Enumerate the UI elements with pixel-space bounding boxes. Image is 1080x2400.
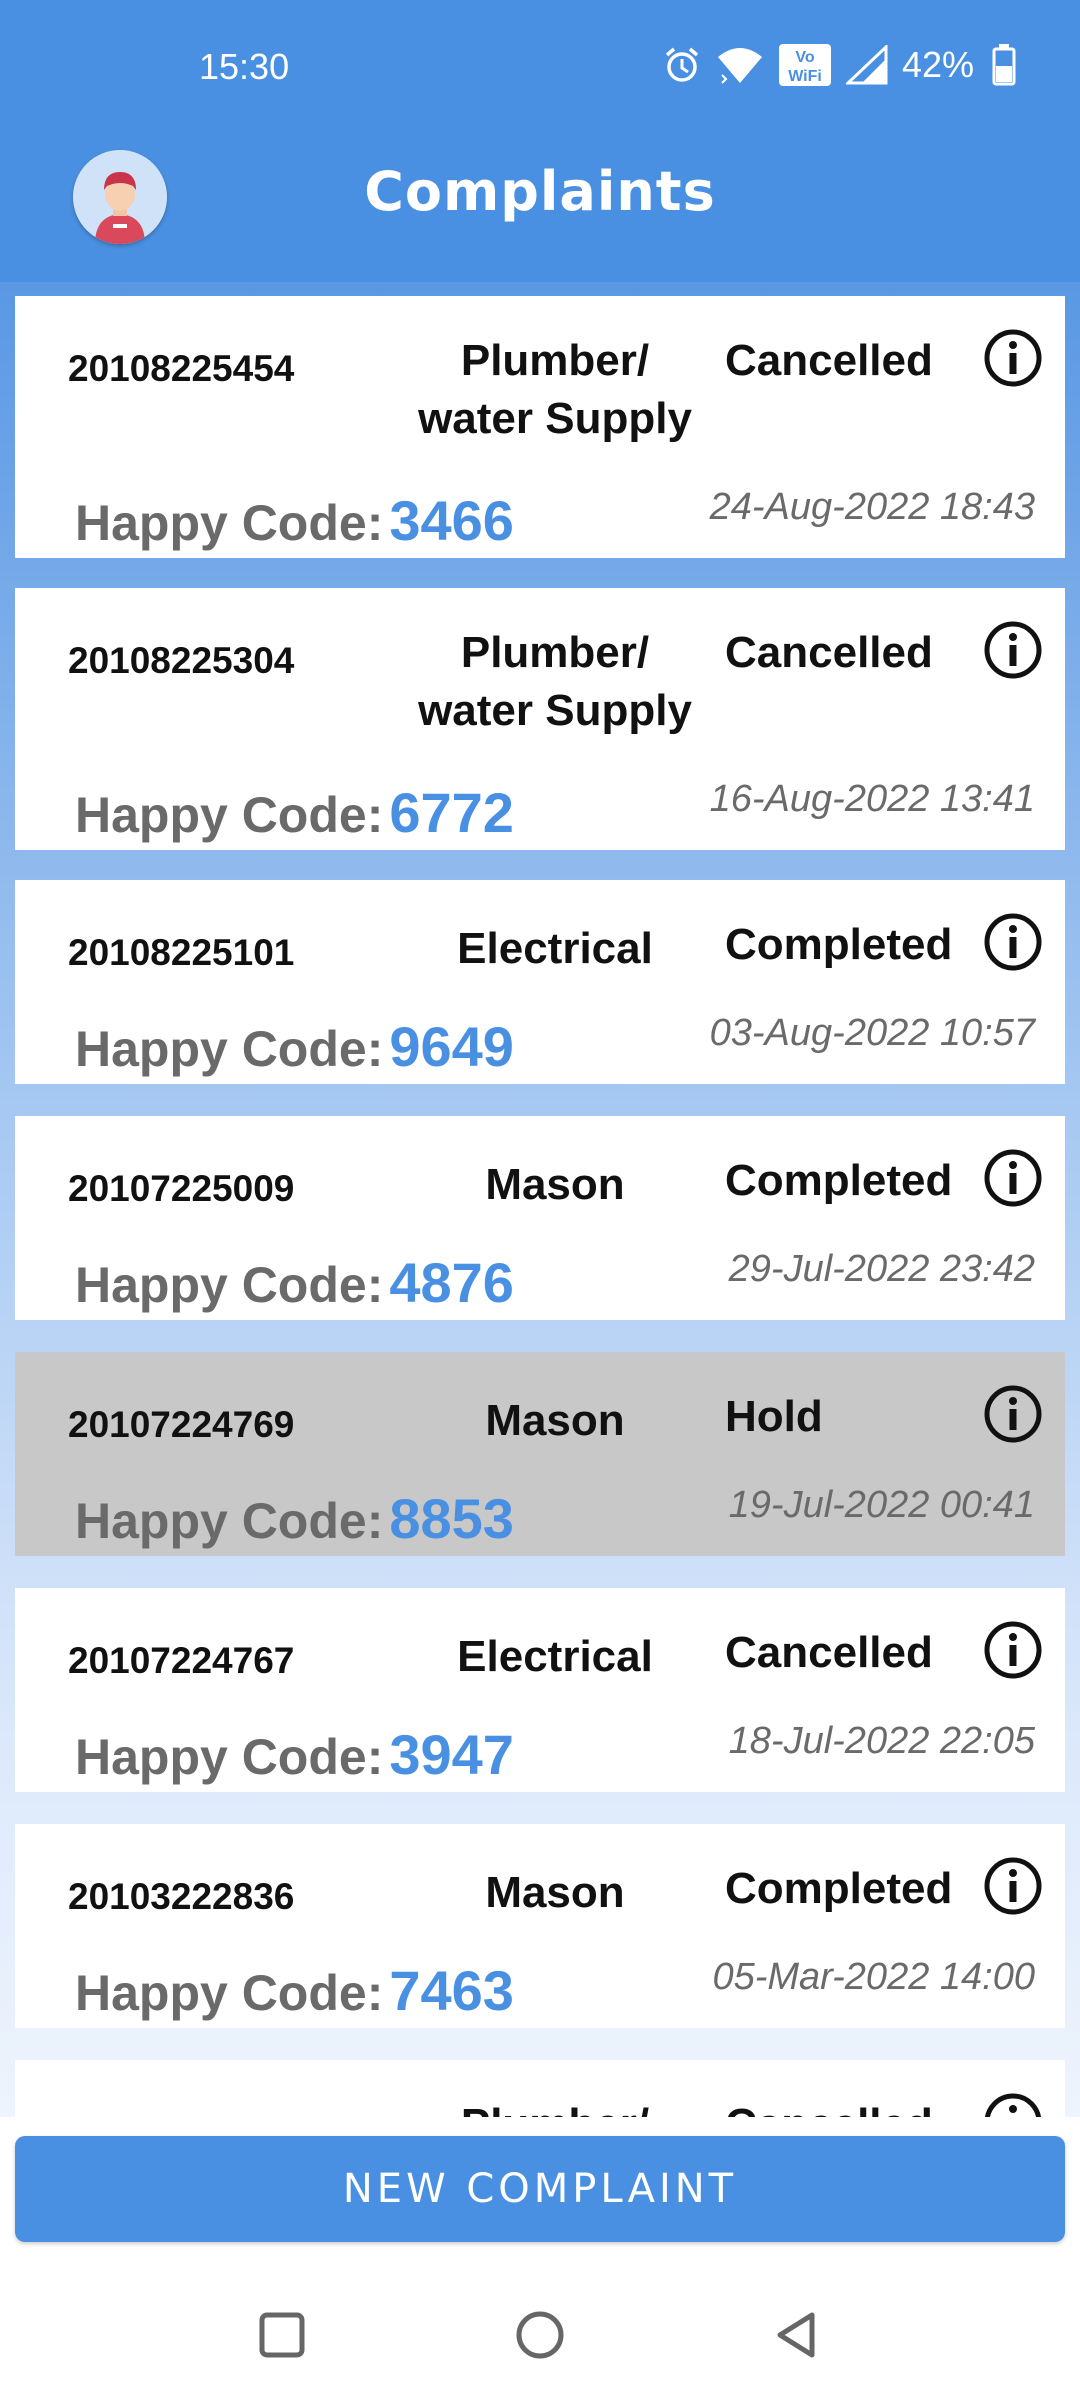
complaint-status: Cancelled [725, 336, 933, 385]
complaint-category: Mason [485, 1868, 625, 1917]
info-icon[interactable] [983, 1856, 1043, 1916]
info-icon[interactable] [983, 2092, 1043, 2117]
app-header: 15:30 Vo WiFi 42% Complaints [0, 0, 1080, 282]
happy-code-value: 9649 [389, 1015, 514, 1078]
complaint-id: 20108225101 [68, 932, 295, 973]
complaint-date: 24-Aug-2022 18:43 [709, 486, 1035, 528]
category-line-1: Plumber/ [460, 628, 650, 677]
complaint-list[interactable]: 20108225454 Plumber/water Supply Cancell… [0, 282, 1080, 2117]
complaint-category: Plumber/ [395, 2096, 715, 2117]
happy-code: Happy Code: 7463 [75, 1958, 514, 2023]
complaint-status: Cancelled [725, 2100, 933, 2117]
complaint-card[interactable]: 20108225101 Electrical Completed Happy C… [15, 880, 1065, 1084]
happy-code: Happy Code: 3947 [75, 1722, 514, 1787]
happy-code: Happy Code: 6772 [75, 780, 514, 845]
svg-text:WiFi: WiFi [788, 68, 822, 85]
info-icon[interactable] [983, 620, 1043, 680]
battery-percent: 42% [901, 44, 974, 85]
complaint-category: Plumber/water Supply [395, 624, 715, 740]
happy-code-value: 8853 [389, 1487, 514, 1550]
complaint-date: 18-Jul-2022 22:05 [728, 1720, 1035, 1762]
category-line-1: Plumber/ [460, 336, 650, 385]
battery-icon [992, 44, 1016, 86]
happy-code-value: 3466 [389, 489, 514, 552]
vowifi-icon: Vo WiFi [778, 43, 832, 87]
complaint-id: 20108225304 [68, 640, 295, 681]
status-bar: 15:30 Vo WiFi 42% [0, 0, 1080, 140]
info-icon[interactable] [983, 912, 1043, 972]
complaint-card[interactable]: 20107224767 Electrical Cancelled Happy C… [15, 1588, 1065, 1792]
square-icon[interactable] [252, 2305, 312, 2365]
happy-code-value: 7463 [389, 1959, 514, 2022]
complaint-card[interactable]: 20108225454 Plumber/water Supply Cancell… [15, 296, 1065, 558]
system-nav-bar [0, 2260, 1080, 2400]
complaint-id: 20107225009 [68, 1168, 295, 1209]
complaint-card[interactable]: 20108225304 Plumber/water Supply Cancell… [15, 588, 1065, 850]
info-icon[interactable] [983, 1384, 1043, 1444]
happy-code-label: Happy Code: [75, 1257, 384, 1313]
wifi-icon [716, 45, 764, 85]
happy-code: Happy Code: 4876 [75, 1250, 514, 1315]
complaint-card[interactable]: 20103222836 Mason Completed Happy Code: 7… [15, 1824, 1065, 2028]
status-icons: Vo WiFi 42% [662, 40, 1016, 90]
complaint-date: 29-Jul-2022 23:42 [728, 1248, 1035, 1290]
signal-icon [845, 45, 888, 85]
complaint-category: Electrical [457, 924, 653, 973]
category-line-2: water Supply [418, 686, 692, 735]
svg-text:Vo: Vo [795, 49, 814, 66]
complaint-category: Mason [485, 1396, 625, 1445]
complaint-id: 20107224767 [68, 1640, 295, 1681]
happy-code-label: Happy Code: [75, 787, 384, 843]
complaint-card-hold[interactable]: 20107224769 Mason Hold Happy Code: 8853 1… [15, 1352, 1065, 1556]
happy-code-value: 6772 [389, 781, 514, 844]
circle-icon[interactable] [510, 2305, 570, 2365]
complaint-status: Completed [725, 1864, 953, 1913]
category-line-2: water Supply [418, 394, 692, 443]
happy-code-label: Happy Code: [75, 1965, 384, 2021]
complaint-status: Completed [725, 1156, 953, 1205]
happy-code: Happy Code: 9649 [75, 1014, 514, 1079]
happy-code-label: Happy Code: [75, 1729, 384, 1785]
happy-code-label: Happy Code: [75, 1021, 384, 1077]
happy-code-label: Happy Code: [75, 495, 384, 551]
complaint-date: 19-Jul-2022 00:41 [728, 1484, 1035, 1526]
happy-code-value: 4876 [389, 1251, 514, 1314]
happy-code: Happy Code: 3466 [75, 488, 514, 553]
new-complaint-button[interactable]: NEW COMPLAINT [15, 2136, 1065, 2242]
complaint-category: Mason [485, 1160, 625, 1209]
complaint-id: 20103222802 [68, 2112, 294, 2117]
complaint-date: 03-Aug-2022 10:57 [709, 1012, 1035, 1054]
complaint-date: 05-Mar-2022 14:00 [712, 1956, 1035, 1998]
info-icon[interactable] [983, 1148, 1043, 1208]
complaint-card[interactable]: 20103222802 Plumber/ Cancelled [15, 2060, 1065, 2117]
info-icon[interactable] [983, 1620, 1043, 1680]
complaint-date: 16-Aug-2022 13:41 [709, 778, 1035, 820]
happy-code-label: Happy Code: [75, 1493, 384, 1549]
complaint-id: 20103222836 [68, 1876, 295, 1917]
happy-code-value: 3947 [389, 1723, 514, 1786]
complaint-id: 20107224769 [68, 1404, 295, 1445]
complaint-category: Plumber/water Supply [395, 332, 715, 448]
status-time: 15:30 [199, 46, 290, 87]
happy-code: Happy Code: 8853 [75, 1486, 514, 1551]
complaint-status: Cancelled [725, 1628, 933, 1677]
alarm-icon [662, 45, 702, 85]
info-icon[interactable] [983, 328, 1043, 388]
complaint-category: Electrical [457, 1632, 653, 1681]
complaint-card[interactable]: 20107225009 Mason Completed Happy Code: 4… [15, 1116, 1065, 1320]
complaint-status: Completed [725, 920, 953, 969]
complaint-status: Cancelled [725, 628, 933, 677]
complaint-id: 20108225454 [68, 348, 295, 389]
page-title: Complaints [364, 160, 716, 223]
complaint-status: Hold [725, 1392, 823, 1441]
triangle-back-icon[interactable] [768, 2305, 828, 2365]
